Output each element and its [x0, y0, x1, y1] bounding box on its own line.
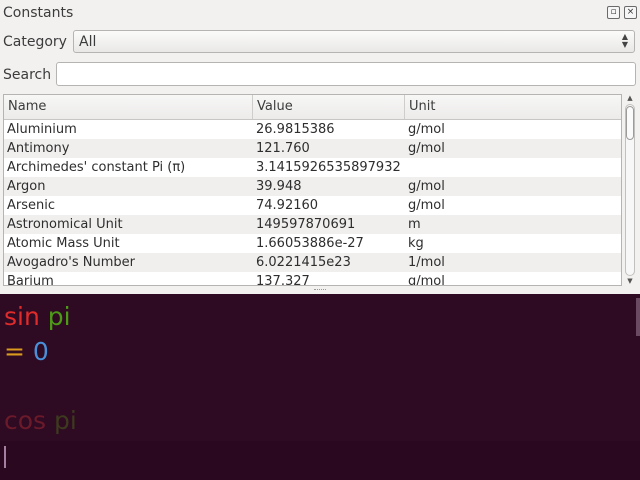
cell-value: 149597870691 — [256, 217, 356, 232]
float-icon[interactable]: ▫ — [607, 6, 620, 19]
table-row[interactable]: Aluminium 26.9815386 g/mol — [4, 120, 621, 139]
variable-token: pi — [54, 406, 77, 435]
search-input[interactable] — [56, 62, 636, 86]
cell-value: 74.92160 — [256, 198, 319, 213]
table-row[interactable]: Argon 39.948 g/mol — [4, 177, 621, 196]
cell-unit: kg — [408, 236, 424, 251]
scroll-down-icon[interactable]: ▼ — [625, 277, 635, 285]
cell-value: 6.0221415e23 — [256, 255, 351, 270]
panel-title: Constants — [3, 5, 74, 21]
number-token: 0 — [32, 337, 49, 366]
cell-value: 39.948 — [256, 179, 302, 194]
cell-unit: m — [408, 217, 421, 232]
scroll-thumb[interactable] — [626, 106, 634, 140]
cell-unit: g/mol — [408, 141, 445, 156]
history-expression[interactable]: sin pi — [4, 302, 71, 331]
cell-value: 26.9815386 — [256, 122, 335, 137]
scroll-track[interactable] — [625, 104, 635, 276]
cell-value: 121.760 — [256, 141, 310, 156]
cell-unit: g/mol — [408, 274, 445, 286]
column-header-name[interactable]: Name — [8, 99, 46, 114]
cell-name: Aluminium — [7, 122, 77, 137]
table-header: Name Value Unit — [4, 95, 621, 120]
cell-unit: 1/mol — [408, 255, 445, 270]
cell-name: Antimony — [7, 141, 70, 156]
history-result[interactable]: = 0 — [4, 337, 49, 366]
cell-name: Arsenic — [7, 198, 56, 213]
cell-value: 137.327 — [256, 274, 310, 286]
close-icon[interactable]: × — [624, 6, 637, 19]
table-row[interactable]: Atomic Mass Unit 1.66053886e-27 kg — [4, 234, 621, 253]
constants-panel: Constants ▫ × Category All ▲ ▼ Search Nam… — [0, 0, 640, 295]
cell-value: 3.1415926535897932 — [256, 160, 401, 175]
result-scrollbar[interactable] — [636, 298, 640, 336]
table-row[interactable]: Avogadro's Number 6.0221415e23 1/mol — [4, 253, 621, 272]
cell-name: Argon — [7, 179, 46, 194]
expression-input[interactable] — [0, 441, 640, 480]
category-label: Category — [3, 34, 67, 50]
column-header-value[interactable]: Value — [257, 99, 293, 114]
search-label: Search — [3, 67, 52, 83]
table-row[interactable]: Antimony 121.760 g/mol — [4, 139, 621, 158]
panel-title-buttons: ▫ × — [607, 6, 637, 19]
scroll-up-icon[interactable]: ▲ — [625, 94, 635, 102]
cell-unit: g/mol — [408, 122, 445, 137]
constants-table: Name Value Unit Aluminium 26.9815386 g/m… — [3, 94, 622, 286]
table-row[interactable]: Barium 137.327 g/mol — [4, 272, 621, 286]
column-divider[interactable] — [252, 95, 253, 119]
table-row[interactable]: Arsenic 74.92160 g/mol — [4, 196, 621, 215]
table-scrollbar[interactable]: ▲ ▼ — [624, 94, 636, 286]
column-divider[interactable] — [404, 95, 405, 119]
function-token: sin — [4, 302, 40, 331]
table-row[interactable]: Astronomical Unit 149597870691 m — [4, 215, 621, 234]
cell-unit: g/mol — [408, 179, 445, 194]
category-select[interactable]: All ▲ ▼ — [73, 30, 635, 53]
cell-unit: g/mol — [408, 198, 445, 213]
function-token: cos — [4, 406, 47, 435]
text-caret — [4, 446, 6, 468]
column-header-unit[interactable]: Unit — [409, 99, 435, 114]
equals-token: = — [4, 337, 25, 366]
cell-name: Archimedes' constant Pi (π) — [7, 160, 186, 175]
updown-arrow-icon: ▲ ▼ — [621, 32, 628, 49]
variable-token: pi — [47, 302, 71, 331]
category-value: All — [79, 34, 97, 50]
cell-name: Atomic Mass Unit — [7, 236, 120, 251]
cell-value: 1.66053886e-27 — [256, 236, 364, 251]
cell-name: Barium — [7, 274, 54, 286]
table-body: Aluminium 26.9815386 g/mol Antimony 121.… — [4, 120, 621, 286]
history-expression[interactable]: cos pi — [4, 406, 77, 435]
calculator-area: sin pi = 0 cos pi — [0, 294, 640, 480]
cell-name: Astronomical Unit — [7, 217, 123, 232]
table-row[interactable]: Archimedes' constant Pi (π) 3.1415926535… — [4, 158, 621, 177]
cell-name: Avogadro's Number — [7, 255, 135, 270]
